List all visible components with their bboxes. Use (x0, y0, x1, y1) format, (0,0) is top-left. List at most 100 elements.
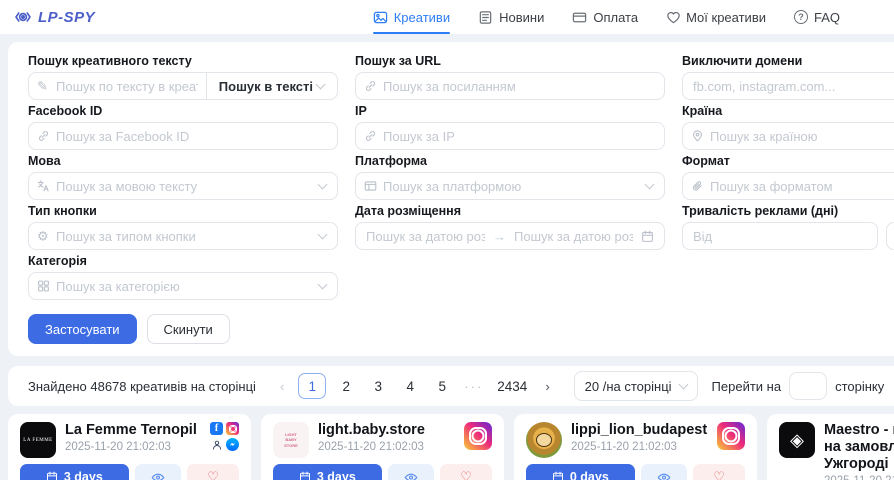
page-4[interactable]: 4 (398, 373, 422, 399)
field-label: Країна (682, 104, 894, 118)
duration-to-input[interactable] (887, 223, 894, 249)
country-input[interactable] (683, 123, 894, 149)
advertiser-name: light.baby.store (318, 422, 425, 439)
gear-icon: ⚙ (37, 230, 49, 243)
platform-badges (717, 422, 745, 450)
days-active-button[interactable]: 3 days (273, 464, 382, 480)
page-size-select[interactable]: 20 /на сторінці (574, 371, 698, 401)
text-search-mode-select[interactable]: Пошук в тексті (206, 73, 337, 99)
nav-news[interactable]: Новини (478, 0, 544, 34)
eye-logo-icon (14, 8, 32, 26)
date-from-input[interactable] (364, 223, 487, 249)
field-label: Тип кнопки (28, 204, 338, 218)
nav-label: FAQ (814, 10, 840, 25)
link-icon (364, 80, 377, 93)
favorite-button[interactable]: ♡ (440, 464, 492, 480)
nav-payment[interactable]: Оплата (572, 0, 638, 34)
url-input[interactable] (356, 73, 664, 99)
field-label: Тривалість реклами (дні) (682, 204, 894, 218)
button-type-select[interactable] (29, 223, 315, 249)
category-select[interactable] (29, 273, 315, 299)
eye-icon (151, 472, 165, 480)
field-facebook-id: Facebook ID (28, 104, 338, 150)
favorite-button[interactable]: ♡ (187, 464, 239, 480)
days-active-button[interactable]: 3 days (20, 464, 129, 480)
prev-page-button[interactable]: ‹ (274, 379, 290, 394)
field-creative-text: Пошук креативного тексту ✎ Пошук в текст… (28, 54, 338, 100)
calendar-icon (46, 471, 58, 480)
creative-card[interactable]: ◈ Maestro - кухні, меблі на замовлення в… (767, 414, 894, 480)
creative-date: 2025-11-20 21:02:03 (65, 441, 197, 453)
calendar-icon (552, 471, 564, 480)
calendar-icon (641, 230, 654, 243)
page-5[interactable]: 5 (430, 373, 454, 399)
brand-logo[interactable]: LP-SPY (14, 8, 95, 26)
location-pin-icon (691, 130, 704, 143)
format-input[interactable] (683, 173, 894, 199)
creative-date: 2025-11-20 21:02:03 (571, 441, 707, 453)
date-to-input[interactable] (512, 223, 635, 249)
instagram-icon (717, 422, 745, 450)
page-3[interactable]: 3 (366, 373, 390, 399)
nav-faq[interactable]: ? FAQ (794, 0, 840, 34)
next-page-button[interactable]: › (539, 379, 555, 394)
nav-label: Оплата (593, 10, 638, 25)
page-1[interactable]: 1 (298, 373, 326, 399)
apply-button[interactable]: Застосувати (28, 314, 137, 344)
facebook-id-input[interactable] (29, 123, 337, 149)
arrow-right-icon: → (493, 229, 506, 244)
eye-icon (404, 472, 418, 480)
creative-date: 2025-11-20 21:02:03 (824, 475, 894, 480)
link-icon (37, 130, 50, 143)
creative-card[interactable]: lippi_lion_budapest 2025-11-20 21:02:03 … (514, 414, 757, 480)
question-circle-icon: ? (794, 10, 808, 24)
instagram-icon (226, 422, 239, 435)
duration-from-input[interactable] (683, 223, 877, 249)
days-active-button[interactable]: 0 days (526, 464, 635, 480)
ip-input[interactable] (356, 123, 664, 149)
platform-select[interactable] (356, 173, 642, 199)
language-select[interactable] (29, 173, 315, 199)
view-button[interactable] (135, 464, 182, 480)
field-label: Мова (28, 154, 338, 168)
instagram-icon (464, 422, 492, 450)
nav-creatives[interactable]: Креативи (373, 0, 450, 34)
field-label: Пошук креативного тексту (28, 54, 338, 68)
page-2[interactable]: 2 (334, 373, 358, 399)
heart-icon: ♡ (460, 469, 472, 480)
main-nav: Креативи Новини Оплата Мої креативи ? FA… (373, 0, 840, 34)
heart-icon: ♡ (713, 469, 725, 480)
reset-button[interactable]: Скинути (147, 314, 230, 344)
field-label: IP (355, 104, 665, 118)
pagination-ellipsis[interactable]: ··· (462, 379, 485, 394)
news-icon (478, 10, 493, 25)
results-bar: Знайдено 48678 креативів на сторінці ‹ 1… (8, 366, 894, 406)
view-button[interactable] (641, 464, 688, 480)
chevron-down-icon (318, 180, 328, 190)
field-button-type: Тип кнопки ⚙ (28, 204, 338, 250)
nav-my-creatives[interactable]: Мої креативи (666, 0, 766, 34)
advertiser-avatar: ◈ (779, 422, 815, 458)
field-label: Facebook ID (28, 104, 338, 118)
field-exclude-domains: Виключити домени (682, 54, 894, 100)
image-icon (373, 10, 388, 25)
creative-card[interactable]: LIGHTBABYSTORE light.baby.store 2025-11-… (261, 414, 504, 480)
goto-page-input[interactable] (789, 372, 827, 400)
platform-badges (464, 422, 492, 450)
days-label: 0 days (570, 470, 609, 480)
field-label: Пошук за URL (355, 54, 665, 68)
view-button[interactable] (388, 464, 435, 480)
field-placement-date: Дата розміщення → (355, 204, 665, 250)
chevron-down-icon (318, 280, 328, 290)
field-category: Категорія (28, 254, 338, 300)
favorite-button[interactable]: ♡ (693, 464, 745, 480)
creative-card[interactable]: LA FEMME La Femme Ternopil 2025-11-20 21… (8, 414, 251, 480)
creative-text-input[interactable] (29, 73, 206, 99)
link-icon (364, 130, 377, 143)
creative-date: 2025-11-20 21:02:03 (318, 441, 425, 453)
filter-panel: Пошук креативного тексту ✎ Пошук в текст… (8, 42, 894, 356)
exclude-domains-input[interactable] (683, 73, 894, 99)
translate-icon (37, 180, 50, 193)
chevron-down-icon (678, 380, 688, 390)
page-last[interactable]: 2434 (493, 373, 531, 399)
